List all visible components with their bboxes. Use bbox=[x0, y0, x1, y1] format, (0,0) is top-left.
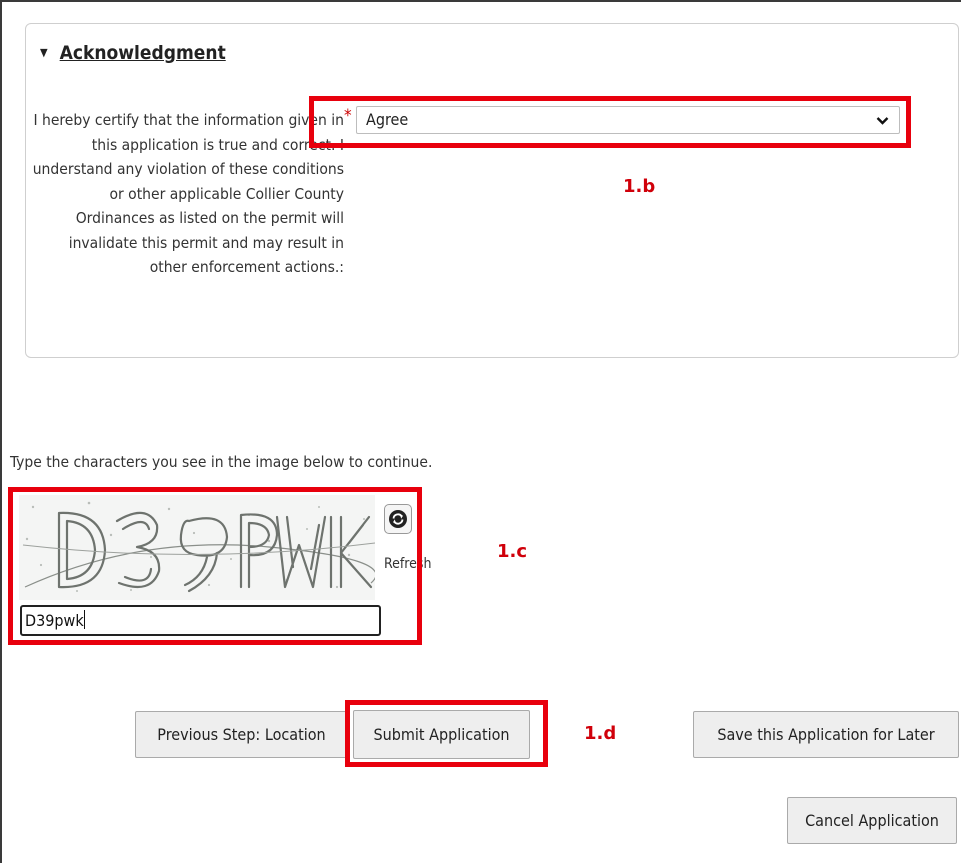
section-header[interactable]: ▼ Acknowledgment bbox=[40, 42, 226, 64]
captcha-instruction: Type the characters you see in the image… bbox=[10, 453, 433, 471]
certification-label: I hereby certify that the information gi… bbox=[32, 111, 344, 276]
window-border-top bbox=[0, 0, 961, 2]
highlight-box-1c bbox=[8, 487, 422, 645]
highlight-box-1d bbox=[345, 700, 548, 767]
annotation-1d: 1.d bbox=[584, 723, 617, 744]
triangle-down-icon: ▼ bbox=[40, 46, 48, 59]
annotation-1c: 1.c bbox=[497, 541, 528, 562]
previous-step-button[interactable]: Previous Step: Location bbox=[135, 711, 348, 758]
highlight-box-1b bbox=[309, 96, 911, 148]
annotation-1b: 1.b bbox=[623, 176, 656, 197]
window-border-left bbox=[0, 0, 2, 863]
save-for-later-button[interactable]: Save this Application for Later bbox=[693, 711, 959, 758]
cancel-application-button[interactable]: Cancel Application bbox=[787, 797, 957, 844]
section-title: Acknowledgment bbox=[59, 42, 226, 64]
